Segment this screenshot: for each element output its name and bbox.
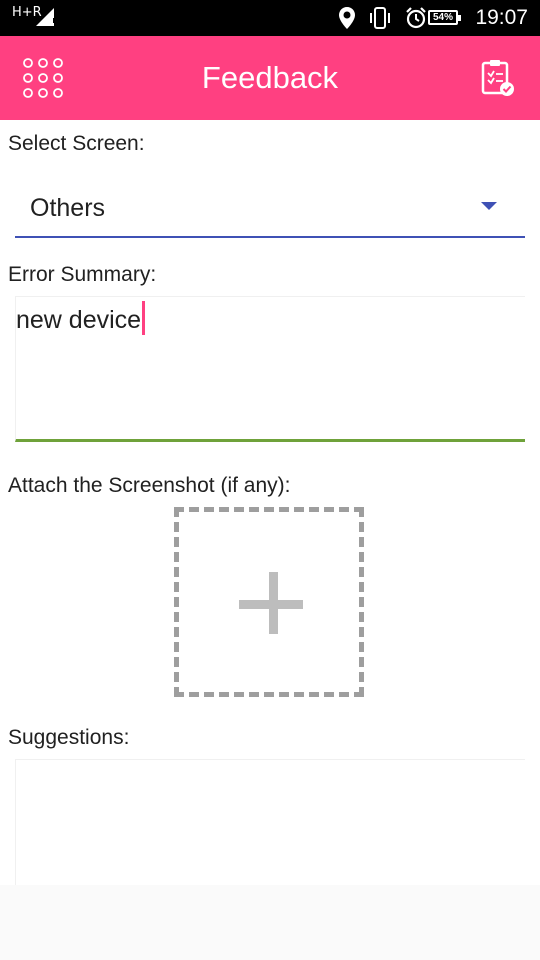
page-title: Feedback <box>201 60 339 95</box>
screen-select-value: Others <box>30 194 106 222</box>
text-cursor <box>142 301 146 335</box>
error-summary-text: new device <box>16 306 142 334</box>
feedback-form: Select Screen: Others Error Summary: new… <box>0 120 540 885</box>
feedback-screen: H+R 54% 19:07 Feedback Select Screen: Ot… <box>0 0 540 960</box>
select-screen-label: Select Screen: <box>8 132 145 155</box>
alarm-icon <box>406 7 426 29</box>
attach-screenshot-label: Attach the Screenshot (if any): <box>8 474 291 497</box>
status-bar: H+R 54% 19:07 <box>0 0 540 36</box>
app-bar: Feedback <box>0 36 540 120</box>
vibrate-icon <box>370 7 390 29</box>
suggestions-input[interactable] <box>15 759 525 885</box>
error-summary-input[interactable]: new device <box>15 296 525 442</box>
battery-icon: 54% <box>428 10 461 25</box>
clipboard-check-icon[interactable] <box>480 58 516 98</box>
dropdown-arrow-icon <box>481 202 497 210</box>
signal-icon <box>36 8 55 26</box>
suggestions-label: Suggestions: <box>8 726 130 749</box>
screen-select[interactable]: Others <box>15 180 525 238</box>
attach-screenshot-button[interactable] <box>174 507 364 697</box>
error-summary-label: Error Summary: <box>8 263 157 286</box>
location-icon <box>339 7 355 29</box>
clock: 19:07 <box>475 6 528 29</box>
